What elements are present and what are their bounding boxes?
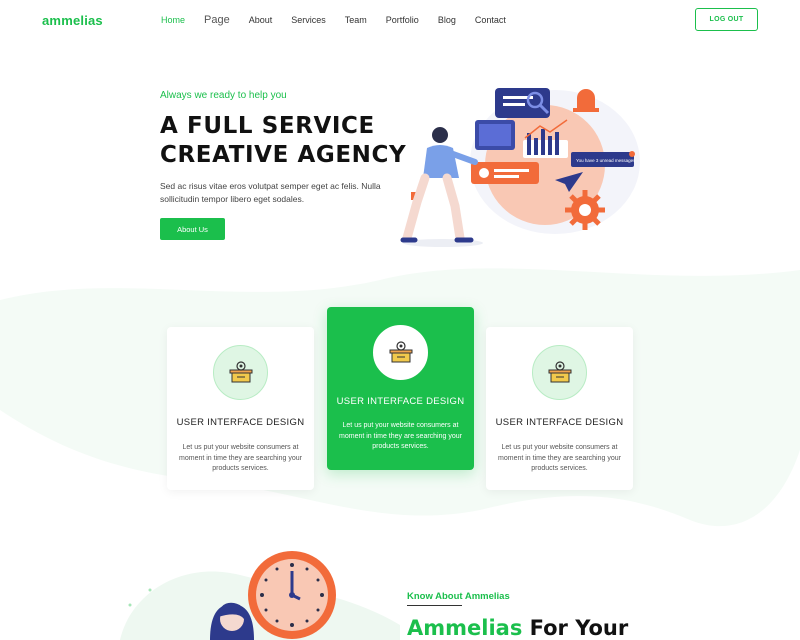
- about-illustration: [120, 551, 400, 640]
- hero-description: Sed ac risus vitae eros volutpat semper …: [160, 181, 381, 204]
- hero-title-line-1: A FULL SERVICE: [160, 113, 375, 139]
- nav-services[interactable]: Services: [291, 12, 326, 28]
- hero-title: A FULL SERVICE CREATIVE AGENCY: [160, 112, 406, 170]
- logout-button[interactable]: LOG OUT: [695, 8, 758, 31]
- service-card-text: Let us put your website consumers at mom…: [179, 444, 302, 472]
- service-card-title: USER INTERFACE DESIGN: [336, 396, 465, 407]
- nav-home[interactable]: Home: [161, 12, 185, 28]
- design-service-icon: [373, 325, 428, 380]
- design-service-icon: [213, 345, 268, 400]
- about-title-brand: Ammelias: [407, 616, 523, 640]
- about-title-rest: For Your: [522, 616, 629, 640]
- about-title: Ammelias For Your: [407, 616, 628, 640]
- design-service-icon: [532, 345, 587, 400]
- logo[interactable]: ammelias: [42, 13, 103, 28]
- nav-contact[interactable]: Contact: [475, 12, 506, 28]
- service-card-featured[interactable]: USER INTERFACE DESIGN Let us put your we…: [327, 307, 474, 470]
- service-card[interactable]: USER INTERFACE DESIGN Let us put your we…: [167, 327, 314, 490]
- service-card-text: Let us put your website consumers at mom…: [498, 444, 621, 472]
- nav-team[interactable]: Team: [345, 12, 367, 28]
- hero-kicker: Always we ready to help you: [160, 90, 287, 101]
- hero-title-line-2: CREATIVE AGENCY: [160, 142, 407, 168]
- about-kicker: Know About Ammelias: [407, 591, 510, 602]
- about-us-button[interactable]: About Us: [160, 218, 225, 240]
- nav-blog[interactable]: Blog: [438, 12, 456, 28]
- hero-illustration: You have 3 unread messages: [400, 88, 640, 247]
- unread-messages-label: You have 3 unread messages: [576, 158, 636, 163]
- service-card-text: Let us put your website consumers at mom…: [339, 422, 462, 450]
- nav-portfolio[interactable]: Portfolio: [386, 12, 419, 28]
- service-card-title: USER INTERFACE DESIGN: [176, 417, 305, 428]
- service-card[interactable]: USER INTERFACE DESIGN Let us put your we…: [486, 327, 633, 490]
- nav-page[interactable]: Page: [204, 12, 230, 28]
- service-card-title: USER INTERFACE DESIGN: [495, 417, 624, 428]
- about-divider: [407, 605, 462, 606]
- nav-about[interactable]: About: [249, 12, 273, 28]
- main-nav: Home Page About Services Team Portfolio …: [161, 12, 525, 28]
